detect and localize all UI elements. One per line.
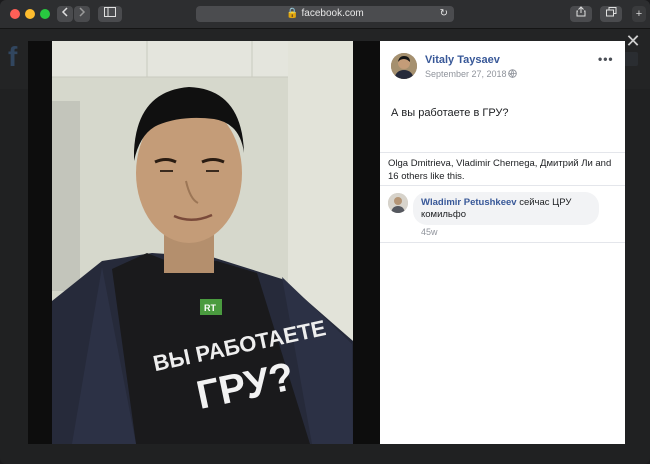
commenter-avatar[interactable]: [388, 193, 408, 213]
browser-toolbar: 🔒 facebook.com ↻ +: [0, 0, 650, 29]
tabs-icon: [605, 7, 616, 17]
author-avatar[interactable]: [391, 53, 417, 79]
minimize-window-button[interactable]: [25, 9, 35, 19]
browser-window: 🔒 facebook.com ↻ + f ✕ RT ВЫ РАБОТАЕТЕ Г…: [0, 0, 650, 464]
divider: [380, 185, 625, 186]
globe-icon: [508, 69, 517, 80]
address-bar[interactable]: 🔒 facebook.com ↻: [196, 6, 454, 22]
commenter-name-link[interactable]: Wladimir Petushkeev: [421, 197, 517, 208]
sidebar-icon: [104, 7, 116, 17]
chevron-right-icon: [79, 7, 86, 17]
share-icon: [576, 6, 586, 17]
comment-content: Wladimir Petushkeev сейчас ЦРУ комильфо: [421, 197, 593, 221]
forward-button[interactable]: [74, 6, 90, 22]
facebook-logo-icon: f: [8, 41, 18, 72]
comment-bubble: Wladimir Petushkeev сейчас ЦРУ комильфо: [413, 192, 599, 225]
comment-time-link[interactable]: 45w: [421, 227, 438, 237]
tabs-button[interactable]: [600, 6, 622, 22]
new-tab-button[interactable]: +: [632, 6, 646, 22]
chevron-left-icon: [61, 7, 68, 17]
close-window-button[interactable]: [10, 9, 20, 19]
post-text: А вы работаете в ГРУ?: [391, 107, 509, 119]
reload-icon[interactable]: ↻: [440, 6, 448, 22]
sidebar-button[interactable]: [98, 6, 122, 22]
post-date-link[interactable]: September 27, 2018 ·: [425, 69, 512, 79]
post-panel: Vitaly Taysaev September 27, 2018 · ••• …: [380, 41, 625, 444]
photo-illustration: RT ВЫ РАБОТАЕТЕ ГРУ?: [52, 41, 353, 444]
svg-text:RT: RT: [204, 303, 216, 313]
divider: [380, 152, 625, 153]
address-text: facebook.com: [301, 8, 364, 19]
author-name-link[interactable]: Vitaly Taysaev: [425, 54, 500, 66]
author-photo-icon: [391, 53, 417, 79]
post-photo[interactable]: RT ВЫ РАБОТАЕТЕ ГРУ?: [52, 41, 353, 444]
lock-icon: 🔒: [286, 8, 299, 19]
close-viewer-button[interactable]: ✕: [624, 32, 642, 50]
back-button[interactable]: [57, 6, 73, 22]
share-button[interactable]: [570, 6, 592, 22]
post-options-button[interactable]: •••: [598, 52, 614, 66]
commenter-photo-icon: [388, 193, 408, 213]
zoom-window-button[interactable]: [40, 9, 50, 19]
divider: [380, 242, 625, 243]
likes-summary-link[interactable]: Olga Dmitrieva, Vladimir Chernega, Дмитр…: [388, 157, 620, 183]
